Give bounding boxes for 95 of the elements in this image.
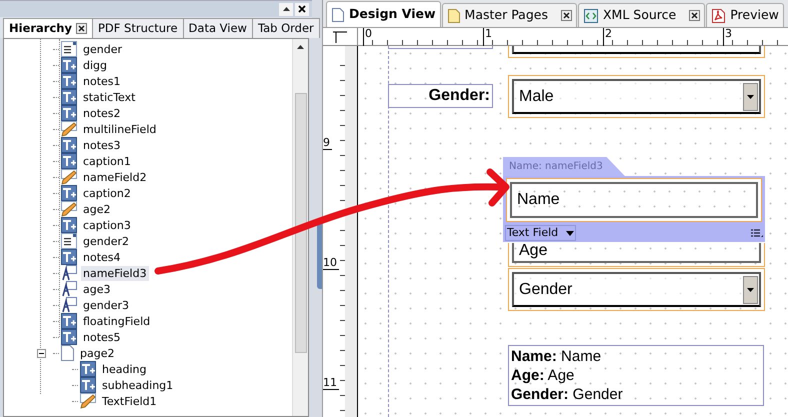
text-object-icon: [61, 73, 77, 89]
selection-frame[interactable]: Name Text Field: [503, 176, 765, 242]
minimize-button[interactable]: [279, 2, 293, 16]
document-tab[interactable]: XML Source: [578, 3, 706, 27]
pencil-icon: [61, 169, 77, 185]
text-object-icon: [80, 377, 96, 393]
text-object-icon: [61, 137, 77, 153]
panel-tab[interactable]: PDF Structure: [92, 18, 184, 38]
document-icon: [712, 8, 726, 22]
tree-item[interactable]: digg: [81, 58, 110, 72]
ruler-label: 3: [723, 28, 732, 46]
code-icon: [584, 8, 598, 22]
summary-line: Gender: Gender: [511, 385, 624, 404]
text-field[interactable]: Age: [512, 243, 761, 263]
caret-icon: [566, 230, 574, 236]
text-object-icon: [61, 57, 77, 73]
tree-item[interactable]: gender2: [81, 234, 131, 248]
tree-item[interactable]: heading: [100, 362, 148, 376]
tab-close-button[interactable]: [76, 23, 87, 34]
text-object-icon: [80, 361, 96, 377]
tab-close-button[interactable]: [689, 10, 700, 21]
panel-tab[interactable]: Tab Order: [252, 18, 320, 38]
text-object-icon: [61, 313, 77, 329]
text-object-icon: [61, 217, 77, 233]
summary-line: Age: Age: [511, 366, 576, 385]
caret-icon: [282, 7, 290, 11]
pencil-icon: [61, 201, 77, 217]
pencil-icon: [61, 121, 77, 137]
tree-item[interactable]: caption2: [81, 186, 133, 200]
vertical-scrollbar[interactable]: [292, 39, 308, 416]
dropdown-value: Gender: [518, 280, 574, 300]
floating-field-icon: [61, 297, 77, 313]
tree-item[interactable]: age2: [81, 202, 112, 216]
tree-item[interactable]: gender3: [81, 298, 131, 312]
panel-tab[interactable]: Hierarchy: [3, 18, 93, 38]
tree-item[interactable]: staticText: [81, 90, 138, 104]
tree-item[interactable]: caption3: [81, 218, 133, 232]
document-tab[interactable]: Design View: [326, 1, 441, 27]
floating-field-icon: [61, 281, 77, 297]
close-button[interactable]: [295, 2, 309, 16]
menu-icon[interactable]: [751, 228, 763, 238]
tree-item[interactable]: page2: [78, 346, 116, 360]
page-icon: [448, 8, 460, 22]
tab-close-button[interactable]: [560, 10, 572, 21]
caret-icon: [747, 288, 754, 292]
ruler-label: 1: [483, 28, 492, 46]
ruler-label: 11: [323, 377, 339, 390]
text-field[interactable]: Name: [510, 182, 758, 218]
tree-item[interactable]: notes3: [81, 138, 123, 152]
object-type-dropdown[interactable]: Text Field: [505, 225, 576, 241]
list-object-icon: [61, 233, 77, 249]
ruler-label: 10: [323, 257, 339, 270]
text-object-icon: [61, 105, 77, 121]
dropdown-arrow-button[interactable]: [743, 276, 758, 304]
scroll-up-icon[interactable]: [297, 45, 304, 49]
ruler-label: 2: [603, 28, 612, 46]
tree-item[interactable]: notes1: [81, 74, 123, 88]
panel-tab[interactable]: Data View: [182, 18, 253, 38]
list-object-icon: [61, 41, 77, 57]
tree-item[interactable]: nameField2: [81, 170, 149, 184]
ruler-origin-icon: [333, 30, 347, 42]
ruler-label: 9: [323, 137, 332, 150]
page-icon: [332, 8, 344, 22]
summary-line: Name: Name: [511, 347, 602, 366]
document-tab[interactable]: Preview: [706, 3, 784, 27]
dropdown-field[interactable]: Male: [512, 79, 761, 114]
text-object-icon: [61, 185, 77, 201]
tree-item[interactable]: floatingField: [81, 314, 152, 328]
tree-item[interactable]: gender: [81, 42, 124, 56]
text-object-icon: [61, 89, 77, 105]
ruler-label: 0: [363, 28, 372, 46]
scrollbar-thumb[interactable]: [294, 93, 306, 353]
collapse-toggle[interactable]: [37, 348, 46, 358]
tree-item[interactable]: notes2: [81, 106, 123, 120]
pencil-icon: [80, 393, 96, 409]
caret-icon: [747, 94, 754, 98]
tree-item[interactable]: caption1: [81, 154, 133, 168]
tree-item[interactable]: notes5: [81, 330, 123, 344]
text-object-icon: [61, 249, 77, 265]
tree-item[interactable]: multilineField: [81, 122, 158, 136]
text-object-icon: [61, 329, 77, 345]
dropdown-field[interactable]: Gender: [512, 272, 761, 307]
tree-item[interactable]: age3: [81, 282, 112, 296]
close-icon: [298, 5, 306, 13]
floating-field-icon: [61, 265, 77, 281]
tree-item[interactable]: subheading1: [100, 378, 176, 392]
dropdown-arrow-button[interactable]: [743, 82, 758, 110]
document-tab[interactable]: Master Pages: [442, 3, 577, 27]
caption-label: Gender:: [388, 84, 493, 108]
dropdown-value: Male: [518, 86, 555, 106]
page-icon: [61, 345, 74, 361]
tree-item[interactable]: notes4: [81, 250, 123, 264]
tree-item[interactable]: TextField1: [100, 394, 159, 408]
text-object-icon: [61, 153, 77, 169]
tree-item[interactable]: nameField3: [81, 266, 149, 280]
